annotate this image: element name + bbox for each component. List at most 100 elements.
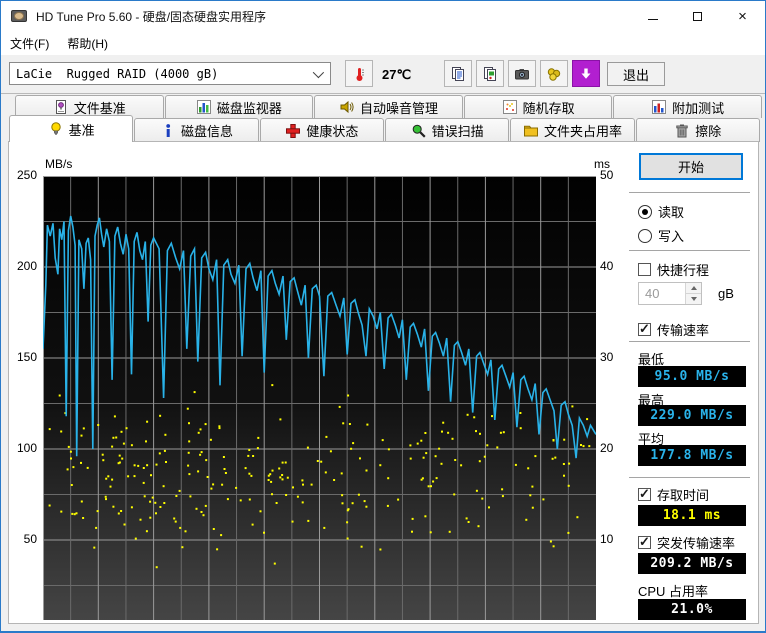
left-axis-tick: 100: [16, 441, 37, 455]
burst-rate-label: 突发传输速率: [657, 536, 736, 551]
avg-value-display: 177.8 MB/s: [638, 445, 746, 466]
separator: [629, 192, 750, 193]
hdtune-window: HD Tune Pro 5.60 - 硬盘/固态硬盘实用程序 × 文件(F) 帮…: [0, 0, 766, 633]
access-time-label: 存取时间: [657, 488, 710, 503]
screenshot-button[interactable]: [508, 60, 536, 87]
arrow-up-icon: [690, 286, 697, 290]
copy-text-icon: [452, 66, 464, 81]
minimize-icon: [647, 18, 658, 20]
trash-icon: [676, 124, 688, 137]
right-axis-tick: 50: [600, 168, 614, 182]
short-stroke-unit: gB: [718, 286, 734, 301]
menu-help[interactable]: 帮助(H): [58, 32, 117, 55]
tab-label: 随机存取: [522, 100, 575, 116]
drive-selector[interactable]: LaCie Rugged RAID (4000 gB): [9, 62, 331, 85]
tab-extra-tests[interactable]: 附加测试: [613, 95, 762, 118]
copy-image-button[interactable]: [476, 60, 504, 87]
tab-health[interactable]: 健康状态: [259, 118, 384, 142]
checkbox-icon: [638, 263, 651, 276]
tab-disk-info[interactable]: 磁盘信息: [134, 118, 259, 142]
short-stroke-checkbox[interactable]: 快捷行程: [638, 260, 709, 279]
tab-random-access[interactable]: 随机存取: [463, 95, 613, 118]
short-stroke-size-value: 40: [645, 286, 660, 301]
temperature-button[interactable]: [345, 60, 373, 87]
right-axis-tick: 20: [600, 441, 614, 455]
right-axis-tick: 30: [600, 350, 614, 364]
exit-button[interactable]: 退出: [607, 62, 665, 86]
tab-benchmark[interactable]: 基准: [9, 115, 134, 142]
cpu-usage-display: 21.0%: [638, 599, 746, 620]
write-radio-label: 写入: [658, 229, 685, 244]
maximize-button[interactable]: [675, 1, 720, 31]
separator: [629, 477, 750, 478]
tab-folder-usage[interactable]: 文件夹占用率: [510, 118, 635, 142]
minimize-button[interactable]: [630, 1, 675, 31]
tab-disk-monitor[interactable]: 磁盘监视器: [164, 95, 314, 118]
maximize-icon: [693, 11, 702, 21]
separator: [629, 250, 750, 251]
start-button[interactable]: 开始: [639, 153, 743, 180]
close-button[interactable]: ×: [720, 1, 765, 31]
thermometer-icon: [356, 67, 364, 81]
transfer-rate-label: 传输速率: [657, 323, 710, 338]
speaker-icon: [340, 100, 354, 114]
stepper-up-button[interactable]: [686, 283, 701, 294]
write-radio[interactable]: 写入: [638, 226, 684, 245]
toolbar: LaCie Rugged RAID (4000 gB) 27℃ 退出: [1, 55, 765, 94]
left-axis-unit: MB/s: [45, 157, 73, 171]
tab-row-primary: 基准 磁盘信息 健康状态 错误扫描 文件夹占用率 擦除: [9, 115, 761, 142]
camera-icon: [515, 68, 529, 79]
health-cross-icon: [286, 123, 301, 138]
cpu-usage-label: CPU 占用率: [638, 584, 709, 599]
chevron-down-icon: [312, 66, 325, 78]
checkbox-icon: [638, 534, 651, 550]
read-radio[interactable]: 读取: [638, 202, 684, 221]
tab-label: 磁盘监视器: [216, 100, 282, 116]
access-time-checkbox[interactable]: 存取时间: [638, 485, 709, 504]
download-arrow-icon: [581, 68, 591, 79]
read-radio-label: 读取: [658, 205, 685, 220]
left-axis-tick: 50: [23, 532, 37, 546]
tab-label: 擦除: [695, 124, 722, 139]
max-value-display: 229.0 MB/s: [638, 405, 746, 426]
temperature-value: 27℃: [382, 67, 412, 82]
tab-label: 附加测试: [672, 100, 725, 116]
transfer-rate-checkbox[interactable]: 传输速率: [638, 320, 709, 339]
copy-image-icon: [484, 66, 496, 81]
arrow-down-icon: [690, 297, 697, 301]
tab-label: 文件基准: [73, 100, 126, 116]
tab-label: 错误扫描: [431, 124, 484, 139]
tab-label: 基准: [68, 122, 95, 138]
short-stroke-size-stepper[interactable]: 40: [638, 282, 702, 305]
magnifier-icon: [412, 124, 426, 138]
window-frame: [1, 623, 765, 631]
menu-file[interactable]: 文件(F): [1, 32, 58, 55]
file-benchmark-icon: [55, 100, 66, 114]
tab-error-scan[interactable]: 错误扫描: [384, 118, 510, 142]
drive-selector-value: LaCie Rugged RAID (4000 gB): [16, 66, 219, 81]
separator: [629, 341, 750, 342]
menu-bar: 文件(F) 帮助(H): [1, 31, 765, 55]
export-coins-icon: [547, 67, 561, 81]
tab-aam[interactable]: 自动噪音管理: [314, 95, 463, 118]
app-logo-icon: [11, 8, 28, 25]
left-axis-tick: 150: [16, 350, 37, 364]
short-stroke-label: 快捷行程: [657, 263, 710, 278]
tab-erase[interactable]: 擦除: [635, 118, 760, 142]
info-icon: [166, 123, 171, 137]
tab-label: 磁盘信息: [180, 124, 233, 139]
right-axis-tick: 40: [600, 259, 614, 273]
burst-rate-checkbox[interactable]: 突发传输速率: [638, 533, 735, 552]
title-bar: HD Tune Pro 5.60 - 硬盘/固态硬盘实用程序 ×: [1, 1, 765, 31]
tab-label: 健康状态: [306, 124, 359, 139]
lightbulb-icon: [50, 122, 61, 135]
copy-text-button[interactable]: [444, 60, 472, 87]
close-icon: ×: [738, 7, 747, 25]
stepper-down-button[interactable]: [686, 294, 701, 304]
window-title: HD Tune Pro 5.60 - 硬盘/固态硬盘实用程序: [36, 9, 267, 24]
save-button[interactable]: [572, 60, 600, 87]
left-axis-tick: 250: [16, 168, 37, 182]
export-button[interactable]: [540, 60, 568, 87]
access-time-display: 18.1 ms: [638, 505, 746, 526]
folder-icon: [523, 125, 538, 136]
